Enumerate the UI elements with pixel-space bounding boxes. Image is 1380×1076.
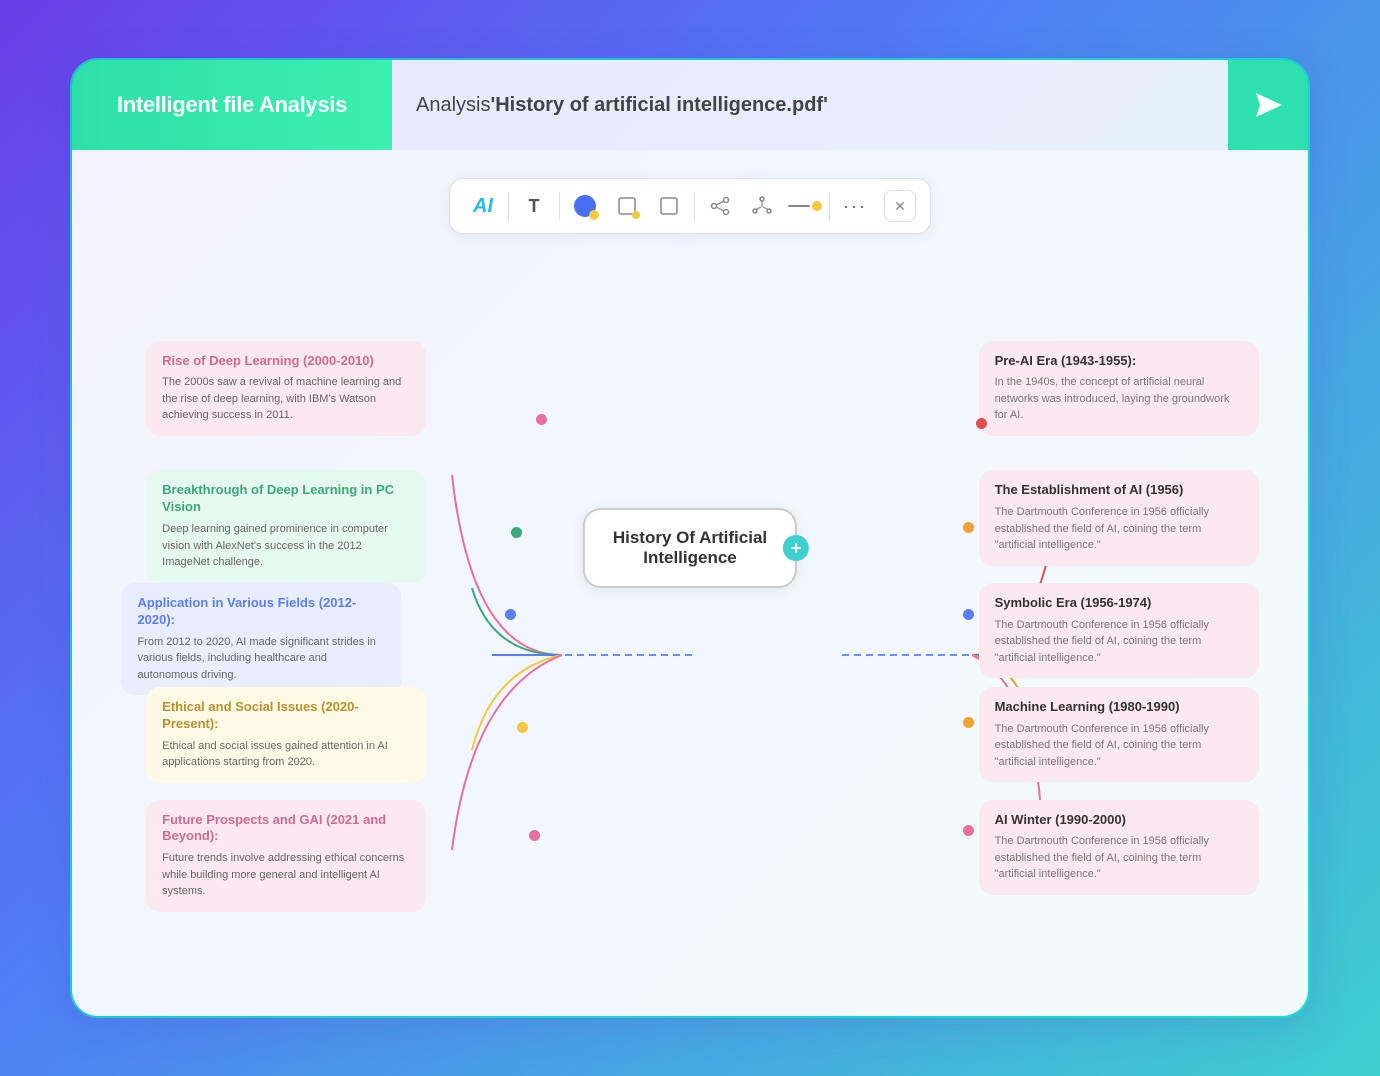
center-node[interactable]: History Of Artificial Intelligence +	[583, 508, 797, 588]
node-l4-title: Ethical and Social Issues (2020-Present)…	[162, 699, 410, 733]
node-l5-desc: Future trends involve addressing ethical…	[162, 850, 410, 900]
dot-yellow	[589, 210, 599, 220]
node-l3-desc: From 2012 to 2020, AI made significant s…	[137, 634, 385, 684]
conn-dot-l3	[505, 609, 516, 620]
node-r1-desc: In the 1940s, the concept of artificial …	[995, 374, 1243, 424]
rect-shape	[658, 195, 680, 217]
conn-dot-r3	[963, 609, 974, 620]
node-r5-title: AI Winter (1990-2000)	[995, 812, 1243, 829]
conn-dot-r2	[963, 522, 974, 533]
node-right-4[interactable]: Machine Learning (1980-1990) The Dartmou…	[979, 687, 1259, 782]
node-left-5[interactable]: Future Prospects and GAI (2021 and Beyon…	[146, 800, 426, 912]
share-icon	[709, 195, 731, 217]
main-content: AI T	[72, 150, 1308, 1016]
node-l3-title: Application in Various Fields (2012-2020…	[137, 595, 385, 629]
brand-section: Intelligent file Analysis	[72, 60, 392, 150]
center-node-line1: History Of Artificial	[613, 528, 767, 547]
network-icon	[751, 195, 773, 217]
node-right-3[interactable]: Symbolic Era (1956-1974) The Dartmouth C…	[979, 583, 1259, 678]
title-bold: 'History of artificial intelligence.pdf'	[490, 94, 827, 117]
node-r1-title: Pre-AI Era (1943-1955):	[995, 353, 1243, 370]
toolbar-ai-button[interactable]: AI	[464, 187, 502, 225]
outer-card: Intelligent file Analysis Analysis 'Hist…	[70, 58, 1310, 1018]
node-r4-title: Machine Learning (1980-1990)	[995, 699, 1243, 716]
node-right-2[interactable]: The Establishment of AI (1956) The Dartm…	[979, 470, 1259, 565]
node-left-1[interactable]: Rise of Deep Learning (2000-2010) The 20…	[146, 341, 426, 436]
center-node-plus[interactable]: +	[783, 535, 809, 561]
node-left-3[interactable]: Application in Various Fields (2012-2020…	[121, 583, 401, 695]
toolbar-circle-button[interactable]	[566, 187, 604, 225]
conn-dot-l2	[511, 527, 522, 538]
conn-dot-r4	[963, 717, 974, 728]
minus-line	[788, 205, 810, 207]
rect-dot-shape	[616, 195, 638, 217]
toolbar-divider-1	[508, 192, 509, 220]
circle-shape	[574, 195, 596, 217]
node-r3-title: Symbolic Era (1956-1974)	[995, 595, 1243, 612]
node-r4-desc: The Dartmouth Conference in 1956 officia…	[995, 721, 1243, 771]
toolbar-more-button[interactable]: ···	[836, 187, 874, 225]
conn-dot-l5	[529, 830, 540, 841]
conn-dot-l1	[536, 414, 547, 425]
minus-dot-shape	[788, 195, 820, 217]
conn-dot-l4	[517, 722, 528, 733]
toolbar-divider-4	[829, 192, 830, 220]
rect-dot-yellow	[632, 211, 640, 219]
node-r2-desc: The Dartmouth Conference in 1956 officia…	[995, 504, 1243, 554]
send-button[interactable]	[1228, 60, 1308, 150]
center-node-line2: Intelligence	[643, 548, 737, 567]
toolbar-close-button[interactable]: ✕	[884, 190, 916, 222]
header-title-section: Analysis 'History of artificial intellig…	[392, 60, 1228, 150]
node-l4-desc: Ethical and social issues gained attenti…	[162, 738, 410, 771]
node-left-2[interactable]: Breakthrough of Deep Learning in PC Visi…	[146, 470, 426, 582]
node-r3-desc: The Dartmouth Conference in 1956 officia…	[995, 617, 1243, 667]
title-prefix: Analysis	[416, 94, 490, 117]
send-icon	[1250, 87, 1286, 123]
node-l1-title: Rise of Deep Learning (2000-2010)	[162, 353, 410, 370]
toolbar-rect-button[interactable]	[650, 187, 688, 225]
node-right-1[interactable]: Pre-AI Era (1943-1955): In the 1940s, th…	[979, 341, 1259, 436]
toolbar-share-button[interactable]	[701, 187, 739, 225]
node-l2-desc: Deep learning gained prominence in compu…	[162, 521, 410, 571]
toolbar-divider-3	[694, 192, 695, 220]
toolbar-minus-dot-button[interactable]	[785, 187, 823, 225]
node-l2-title: Breakthrough of Deep Learning in PC Visi…	[162, 482, 410, 516]
node-l1-desc: The 2000s saw a revival of machine learn…	[162, 374, 410, 424]
node-r5-desc: The Dartmouth Conference in 1956 officia…	[995, 833, 1243, 883]
toolbar-network-button[interactable]	[743, 187, 781, 225]
node-r2-title: The Establishment of AI (1956)	[995, 482, 1243, 499]
node-right-5[interactable]: AI Winter (1990-2000) The Dartmouth Conf…	[979, 800, 1259, 895]
toolbar: AI T	[449, 178, 931, 234]
toolbar-divider-2	[559, 192, 560, 220]
minus-dot-yellow	[812, 201, 822, 211]
header: Intelligent file Analysis Analysis 'Hist…	[72, 60, 1308, 150]
conn-dot-r5	[963, 825, 974, 836]
toolbar-text-button[interactable]: T	[515, 187, 553, 225]
toolbar-rect-dot-button[interactable]	[608, 187, 646, 225]
node-left-4[interactable]: Ethical and Social Issues (2020-Present)…	[146, 687, 426, 783]
brand-title: Intelligent file Analysis	[117, 92, 347, 118]
node-l5-title: Future Prospects and GAI (2021 and Beyon…	[162, 812, 410, 846]
